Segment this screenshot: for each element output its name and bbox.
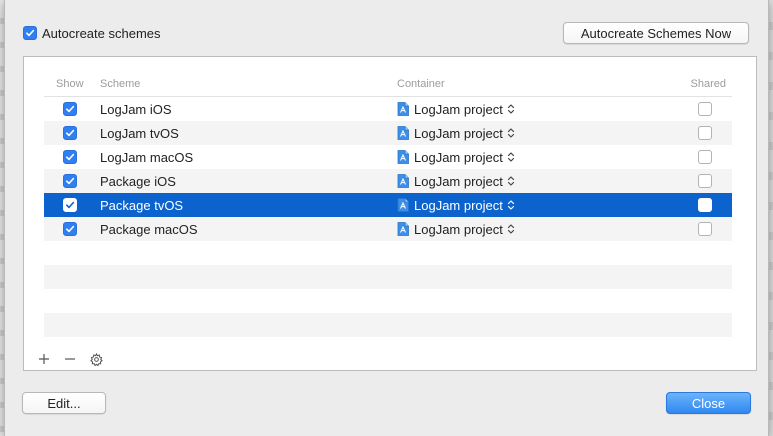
xcode-project-icon [397,126,409,140]
up-down-chevron-icon [507,200,514,210]
up-down-chevron-icon [507,152,514,162]
show-checkbox[interactable] [63,198,77,212]
container-popup[interactable]: LogJam project [397,174,677,189]
up-down-chevron-icon [507,224,514,234]
container-popup[interactable]: LogJam project [397,126,677,141]
shared-checkbox[interactable] [697,222,712,236]
column-header-scheme[interactable]: Scheme [96,78,397,90]
container-label: LogJam project [414,101,503,117]
show-checkbox[interactable] [63,102,77,116]
xcode-project-icon [397,174,409,188]
checkmark-icon [66,201,75,209]
empty-row [44,313,732,337]
scheme-name: LogJam macOS [100,149,194,165]
container-label: LogJam project [414,221,503,237]
checkmark-icon [66,129,75,137]
up-down-chevron-icon [507,104,514,114]
checkmark-icon [66,177,75,185]
empty-row [44,265,732,289]
xcode-project-icon [397,198,409,212]
autocreate-schemes-label: Autocreate schemes [42,25,161,41]
shared-checkbox[interactable] [697,126,712,140]
checkmark-icon [66,153,75,161]
show-checkbox[interactable] [63,126,77,140]
xcode-project-icon [397,222,409,236]
scheme-name: LogJam iOS [100,101,172,117]
container-popup[interactable]: LogJam project [397,198,677,213]
table-row[interactable]: LogJam tvOS LogJam project [44,121,732,145]
autocreate-schemes-now-button[interactable]: Autocreate Schemes Now [563,22,749,44]
shared-checkbox[interactable] [697,150,712,164]
table-row[interactable]: Package macOS LogJam project [44,217,732,241]
container-label: LogJam project [414,125,503,141]
table-header: Show Scheme Container Shared [44,71,732,97]
scheme-name: LogJam tvOS [100,125,179,141]
checkbox-checked-icon[interactable] [23,26,37,40]
container-label: LogJam project [414,173,503,189]
manage-schemes-sheet: Autocreate schemes Autocreate Schemes No… [4,0,769,436]
scheme-name: Package iOS [100,173,176,189]
autocreate-schemes-checkbox[interactable]: Autocreate schemes [23,25,161,41]
shared-checkbox[interactable] [697,198,712,212]
table-body: LogJam iOS LogJam project LogJam tvOS Lo… [44,97,732,241]
empty-row [44,289,732,313]
table-row[interactable]: Package iOS LogJam project [44,169,732,193]
table-row[interactable]: Package tvOS LogJam project [44,193,732,217]
column-header-shared[interactable]: Shared [677,78,732,90]
shared-checkbox[interactable] [697,102,712,116]
plus-icon[interactable] [36,351,52,367]
container-label: LogJam project [414,197,503,213]
close-button[interactable]: Close [666,392,751,414]
show-checkbox[interactable] [63,174,77,188]
xcode-project-icon [397,102,409,116]
xcode-project-icon [397,150,409,164]
up-down-chevron-icon [507,128,514,138]
gear-icon[interactable] [88,351,104,367]
show-checkbox[interactable] [63,222,77,236]
shared-checkbox[interactable] [697,174,712,188]
table-toolbar [36,351,104,367]
table-row[interactable]: LogJam macOS LogJam project [44,145,732,169]
up-down-chevron-icon [507,176,514,186]
schemes-panel: Show Scheme Container Shared LogJam iOS … [23,56,757,371]
checkmark-icon [66,105,75,113]
table-row[interactable]: LogJam iOS LogJam project [44,97,732,121]
column-header-container[interactable]: Container [397,78,677,90]
scheme-name: Package macOS [100,221,198,237]
edit-button[interactable]: Edit... [22,392,106,414]
scheme-name: Package tvOS [100,197,184,213]
checkmark-icon [66,225,75,233]
container-popup[interactable]: LogJam project [397,102,677,117]
schemes-table: Show Scheme Container Shared LogJam iOS … [44,71,732,337]
container-label: LogJam project [414,149,503,165]
container-popup[interactable]: LogJam project [397,222,677,237]
show-checkbox[interactable] [63,150,77,164]
column-header-show[interactable]: Show [44,78,96,90]
container-popup[interactable]: LogJam project [397,150,677,165]
empty-row [44,241,732,265]
minus-icon[interactable] [62,351,78,367]
